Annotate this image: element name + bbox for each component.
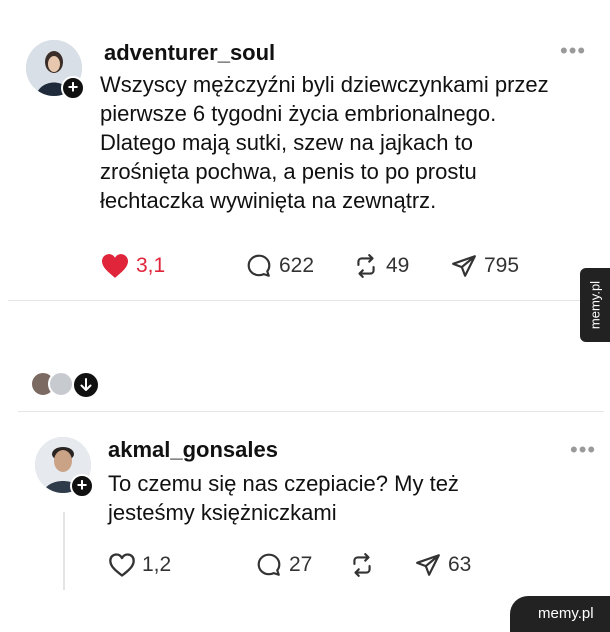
send-icon <box>452 255 476 277</box>
heart-icon <box>102 254 128 278</box>
comment-count: 622 <box>279 254 315 277</box>
heart-outline-icon <box>109 553 135 577</box>
like-count: 3,1 <box>136 254 166 277</box>
arrow-down-icon <box>80 378 92 391</box>
replies-divider <box>18 411 604 412</box>
reply-more-options-icon[interactable]: ••• <box>570 437 596 463</box>
expand-replies-button[interactable] <box>72 371 100 399</box>
reply-share-button[interactable]: 63 <box>414 552 471 578</box>
share-count: 795 <box>484 254 520 277</box>
reply-send-icon <box>416 554 440 576</box>
repost-icon <box>357 254 375 278</box>
reply-comment-button[interactable]: 27 <box>255 552 312 578</box>
share-button[interactable]: 795 <box>450 253 519 279</box>
comment-button[interactable]: 622 <box>245 253 314 279</box>
post-divider <box>8 300 586 301</box>
comment-icon <box>247 254 271 277</box>
post-body-text: Wszyscy mężczyźni byli dziewczynkami prz… <box>100 72 549 213</box>
thread-line <box>63 512 65 590</box>
watermark-side-text: memy.pl <box>587 280 603 330</box>
reply-repost-icon <box>353 553 371 577</box>
reply-body-text: To czemu się nas czepiacie? My też jeste… <box>108 471 459 525</box>
reply-share-count: 63 <box>448 553 472 576</box>
reply-comment-icon <box>257 553 281 576</box>
reply-username[interactable]: akmal_gonsales <box>108 437 278 463</box>
watermark-corner-text: memy.pl <box>538 605 594 622</box>
reply-comment-count: 27 <box>289 553 313 576</box>
repost-button[interactable]: 49 <box>352 253 409 279</box>
reply-like-button[interactable]: 1,2 <box>108 552 171 578</box>
more-options-icon[interactable]: ••• <box>560 38 586 64</box>
post-username[interactable]: adventurer_soul <box>104 40 275 66</box>
reply-like-count: 1,2 <box>142 553 172 576</box>
like-button[interactable]: 3,1 <box>100 253 165 279</box>
watermark-corner: memy.pl <box>510 596 610 632</box>
reply-avatar-2[interactable] <box>48 371 74 397</box>
follow-plus-icon-reply[interactable]: + <box>70 474 94 498</box>
watermark-side: memy.pl <box>580 268 610 342</box>
repost-count: 49 <box>386 254 410 277</box>
reply-repost-button[interactable] <box>348 552 376 578</box>
follow-plus-icon[interactable]: + <box>61 76 85 100</box>
